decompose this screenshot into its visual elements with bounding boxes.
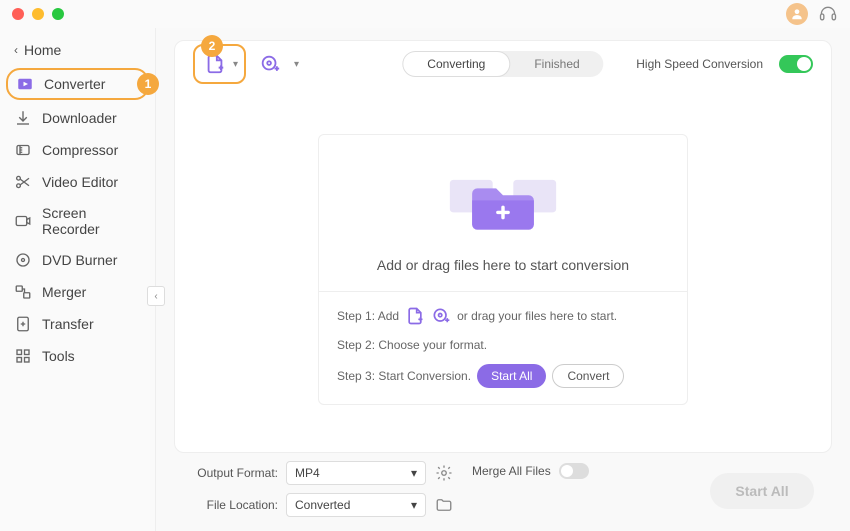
grid-icon [14, 347, 32, 365]
dropzone[interactable]: Add or drag files here to start conversi… [318, 134, 688, 405]
folder-plus-icon [443, 163, 563, 243]
sidebar-item-label: Transfer [42, 316, 94, 332]
maximize-window-icon[interactable] [52, 8, 64, 20]
add-disc-mini-button[interactable] [431, 306, 451, 326]
output-format-select[interactable]: MP4 ▾ [286, 461, 426, 485]
start-all-button[interactable]: Start All [710, 473, 814, 509]
chevron-down-icon[interactable]: ▾ [233, 59, 238, 70]
merge-icon [14, 283, 32, 301]
record-icon [14, 212, 32, 230]
dropzone-illustration [337, 163, 669, 243]
step-1: Step 1: Add or drag your files here to s… [337, 306, 669, 326]
scissors-icon [14, 173, 32, 191]
dropzone-text: Add or drag files here to start conversi… [337, 257, 669, 273]
disc-plus-icon [431, 306, 451, 326]
open-folder-button[interactable] [434, 495, 454, 515]
chevron-down-icon[interactable]: ▾ [294, 59, 299, 70]
folder-icon [435, 496, 453, 514]
transfer-icon [14, 315, 32, 333]
support-icon[interactable] [818, 4, 838, 24]
sidebar-item-label: Merger [42, 284, 86, 300]
annotation-badge-2: 2 [201, 35, 223, 57]
annotation-badge-1: 1 [137, 73, 159, 95]
download-icon [14, 109, 32, 127]
sidebar-item-compressor[interactable]: Compressor [0, 134, 155, 166]
close-window-icon[interactable] [12, 8, 24, 20]
output-format-label: Output Format: [192, 466, 278, 480]
step-2-text: Step 2: Choose your format. [337, 338, 487, 352]
sidebar-collapse-handle[interactable]: ‹ [147, 286, 165, 306]
divider [319, 291, 687, 292]
sidebar-item-label: Screen Recorder [42, 205, 141, 237]
output-format-value: MP4 [295, 466, 320, 480]
start-all-label: Start All [735, 483, 788, 499]
minimize-window-icon[interactable] [32, 8, 44, 20]
output-settings-button[interactable] [434, 463, 454, 483]
add-file-mini-button[interactable] [405, 306, 425, 326]
sidebar-item-label: DVD Burner [42, 252, 117, 268]
content-area: ▾ ▾ Converting Finished High Speed Conve… [156, 28, 850, 531]
compressor-icon [14, 141, 32, 159]
step-3: Step 3: Start Conversion. Start All Conv… [337, 364, 669, 388]
disc-plus-icon [259, 53, 281, 75]
tab-finished[interactable]: Finished [510, 51, 603, 77]
window-controls [12, 8, 64, 20]
sidebar-item-downloader[interactable]: Downloader [0, 102, 155, 134]
sidebar-item-label: Video Editor [42, 174, 118, 190]
sidebar-item-screen-recorder[interactable]: Screen Recorder [0, 198, 155, 244]
tab-converting[interactable]: Converting [402, 51, 510, 77]
disc-icon [14, 251, 32, 269]
sidebar-item-converter[interactable]: Converter 1 [6, 68, 149, 100]
gear-icon [435, 464, 453, 482]
tab-finished-label: Finished [534, 57, 579, 71]
sidebar: ‹ Home Converter 1 Downloader [0, 28, 156, 531]
sidebar-home[interactable]: ‹ Home [0, 36, 155, 64]
step-1-prefix: Step 1: Add [337, 309, 399, 323]
high-speed-label: High Speed Conversion [636, 57, 763, 71]
add-from-disc-button[interactable] [256, 50, 284, 78]
merge-all-row: Merge All Files [472, 463, 589, 479]
sidebar-item-video-editor[interactable]: Video Editor [0, 166, 155, 198]
sidebar-item-transfer[interactable]: Transfer [0, 308, 155, 340]
high-speed-toggle[interactable] [779, 55, 813, 73]
file-plus-icon [405, 306, 425, 326]
sidebar-item-dvd-burner[interactable]: DVD Burner [0, 244, 155, 276]
step-2: Step 2: Choose your format. [337, 338, 669, 352]
chevron-down-icon: ▾ [411, 498, 417, 512]
step-1-suffix: or drag your files here to start. [457, 309, 617, 323]
file-location-value: Converted [295, 498, 350, 512]
tab-converting-label: Converting [427, 57, 485, 71]
avatar[interactable] [786, 3, 808, 25]
sidebar-item-label: Downloader [42, 110, 117, 126]
sidebar-item-label: Converter [44, 76, 105, 92]
merge-all-toggle[interactable] [559, 463, 589, 479]
file-location-select[interactable]: Converted ▾ [286, 493, 426, 517]
merge-all-label: Merge All Files [472, 464, 551, 478]
titlebar [0, 0, 850, 28]
chevron-left-icon: ‹ [154, 291, 157, 302]
card-toolbar: ▾ ▾ Converting Finished High Speed Conve… [175, 41, 831, 87]
file-location-label: File Location: [192, 498, 278, 512]
sidebar-item-merger[interactable]: Merger [0, 276, 155, 308]
convert-mini-button[interactable]: Convert [552, 364, 624, 388]
sidebar-home-label: Home [24, 42, 61, 58]
start-all-mini-label: Start All [491, 369, 532, 383]
converter-card: ▾ ▾ Converting Finished High Speed Conve… [174, 40, 832, 453]
converter-icon [16, 75, 34, 93]
chevron-down-icon: ▾ [411, 466, 417, 480]
sidebar-item-label: Tools [42, 348, 75, 364]
sidebar-item-label: Compressor [42, 142, 118, 158]
chevron-left-icon: ‹ [14, 43, 18, 57]
sidebar-item-tools[interactable]: Tools [0, 340, 155, 372]
bottom-bar: Output Format: MP4 ▾ File Location: Conv… [174, 453, 832, 521]
status-tabs: Converting Finished [402, 51, 603, 77]
user-icon [790, 7, 804, 21]
step-3-prefix: Step 3: Start Conversion. [337, 369, 471, 383]
start-all-mini-button[interactable]: Start All [477, 364, 546, 388]
convert-mini-label: Convert [567, 369, 609, 383]
